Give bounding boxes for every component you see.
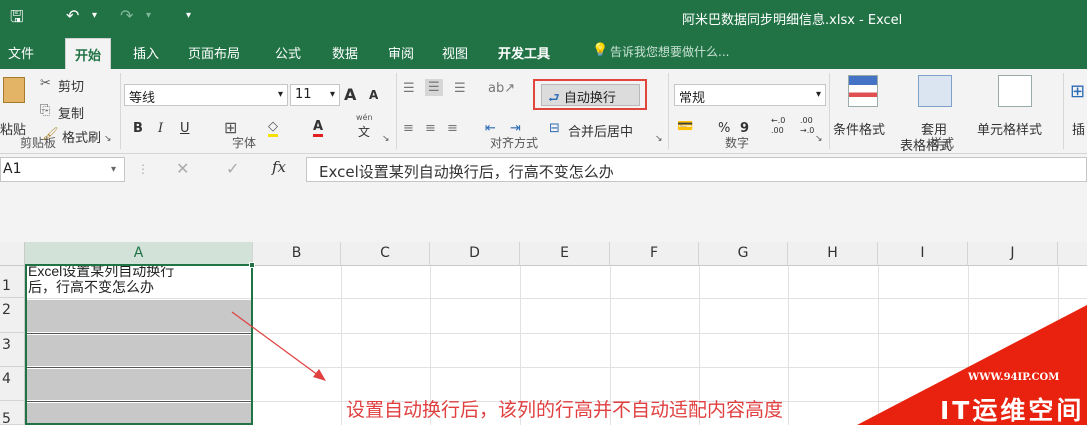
watermark-url: WWW.94IP.COM	[968, 372, 1060, 383]
watermark-text: IT运维空间	[940, 396, 1085, 425]
annotation-text: 设置自动换行后，该列的行高并不自动适配内容高度	[346, 399, 784, 421]
annotation-arrow	[231, 311, 326, 381]
